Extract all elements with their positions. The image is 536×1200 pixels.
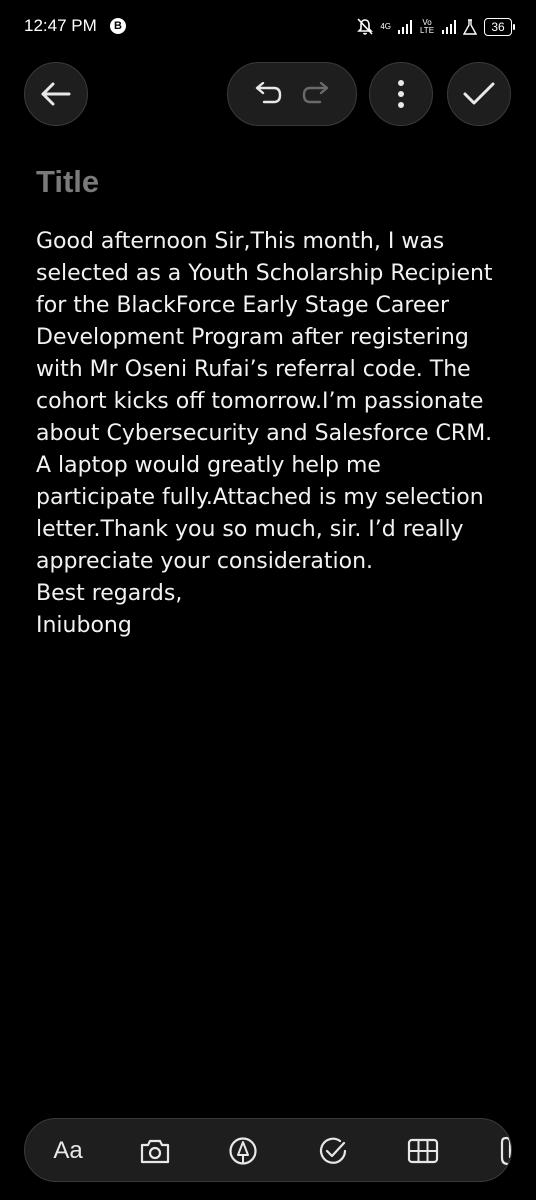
status-time: 12:47 PM xyxy=(24,16,97,35)
camera-button[interactable] xyxy=(135,1131,175,1171)
more-options-button[interactable] xyxy=(369,62,433,126)
status-icons: 4G Vo LTE 36 xyxy=(357,14,515,40)
body-line: cohort kicks off tomorrow.I’m passionate xyxy=(36,389,484,414)
arrow-left-icon xyxy=(41,82,71,106)
undo-button[interactable] xyxy=(246,74,286,114)
title-field[interactable]: Title xyxy=(36,164,99,200)
table-button[interactable] xyxy=(403,1131,443,1171)
camera-icon xyxy=(140,1139,170,1164)
network-volte-label: Vo LTE xyxy=(419,18,435,35)
table-icon xyxy=(407,1138,439,1164)
body-line: about Cybersecurity and Salesforce CRM. xyxy=(36,421,493,446)
more-vertical-icon xyxy=(398,80,404,108)
back-button[interactable] xyxy=(24,62,88,126)
body-line: selected as a Youth Scholarship Recipien… xyxy=(36,261,493,286)
body-line: appreciate your consideration. xyxy=(36,549,374,574)
body-line: for the BlackForce Early Stage Career xyxy=(36,293,450,318)
flask-icon xyxy=(463,19,477,35)
battery-icon: 36 xyxy=(484,18,515,36)
body-line: Best regards, xyxy=(36,581,183,606)
checklist-icon xyxy=(319,1137,347,1164)
checklist-button[interactable] xyxy=(313,1131,353,1171)
body-line: participate fully.Attached is my selecti… xyxy=(36,485,484,510)
body-line: with Mr Oseni Rufai’s referral code. The xyxy=(36,357,471,382)
attach-icon xyxy=(500,1136,511,1166)
body-line: Development Program after registering xyxy=(36,325,469,350)
bell-muted-icon xyxy=(357,18,374,35)
b-badge-icon: B xyxy=(110,18,126,34)
text-format-button[interactable]: Aa xyxy=(45,1131,91,1171)
bottom-toolbar: Aa xyxy=(24,1118,512,1182)
network-4g-label: 4G xyxy=(380,22,391,31)
text-format-label: Aa xyxy=(53,1137,83,1164)
status-bar: 12:47 PM B 4G Vo LTE 36 xyxy=(0,0,536,54)
body-line: A laptop would greatly help me xyxy=(36,453,381,478)
check-icon xyxy=(463,82,495,105)
redo-icon xyxy=(302,82,329,104)
signal-icon-2 xyxy=(442,20,456,34)
undo-icon xyxy=(255,82,282,104)
body-line: Good afternoon Sir,This month, I was xyxy=(36,229,445,254)
undo-redo-group xyxy=(227,62,357,126)
signal-icon xyxy=(398,20,412,34)
body-line: letter.Thank you so much, sir. I’d reall… xyxy=(36,517,464,542)
done-button[interactable] xyxy=(447,62,511,126)
redo-button[interactable] xyxy=(298,74,338,114)
body-line: Iniubong xyxy=(36,613,132,638)
attach-button[interactable] xyxy=(489,1131,511,1171)
pen-icon xyxy=(229,1137,257,1165)
note-body-editor[interactable]: Good afternoon Sir,This month, I was sel… xyxy=(36,226,506,642)
pen-button[interactable] xyxy=(223,1131,263,1171)
